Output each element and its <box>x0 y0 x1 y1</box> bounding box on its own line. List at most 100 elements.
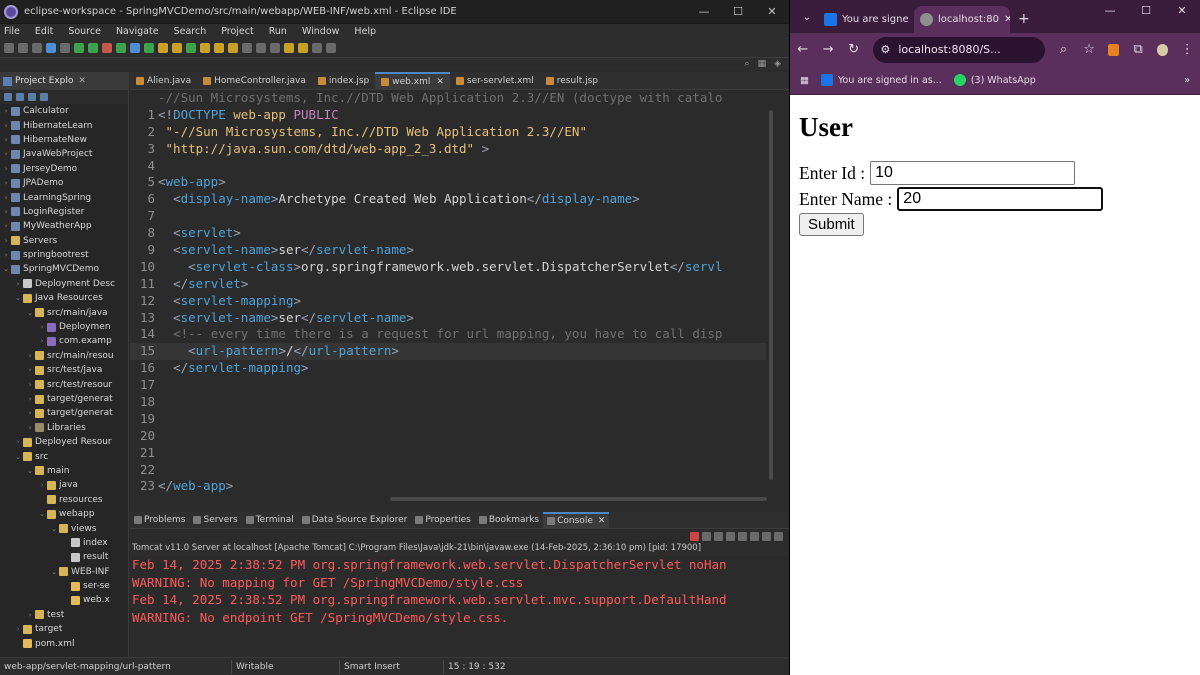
close-window-button[interactable]: ✕ <box>1164 4 1200 17</box>
expand-arrow-icon[interactable]: › <box>2 237 10 245</box>
tree-item[interactable]: › com.examp <box>0 334 128 348</box>
panel-tab[interactable]: Data Source Explorer <box>298 512 412 529</box>
editor-tab[interactable]: web.xml ✕ <box>375 71 450 90</box>
more-bookmarks-icon[interactable]: » <box>1184 75 1190 86</box>
code-line[interactable]: 14 <!-- every time there is a request fo… <box>130 326 766 343</box>
menu-window[interactable]: Window <box>302 26 339 37</box>
tree-item[interactable]: › src/test/java <box>0 363 128 377</box>
tree-item[interactable]: › Libraries <box>0 421 128 435</box>
code-line[interactable]: 3 "http://java.sun.com/dtd/web-app_2_3.d… <box>130 141 766 158</box>
maximize-button[interactable]: ☐ <box>721 5 755 18</box>
minimize-button[interactable]: — <box>687 5 721 18</box>
stop-icon[interactable] <box>102 42 112 53</box>
tree-item[interactable]: resources <box>0 493 128 507</box>
tab-localhost[interactable]: localhost:80 ✕ <box>914 6 1010 33</box>
new-package-icon[interactable] <box>172 42 182 53</box>
expand-arrow-icon[interactable]: › <box>2 251 10 259</box>
expand-arrow-icon[interactable]: › <box>14 625 22 633</box>
save-all-icon[interactable] <box>32 42 42 53</box>
code-line[interactable]: 17 <box>130 377 766 394</box>
close-icon[interactable]: ✕ <box>598 516 606 526</box>
editor-tab[interactable]: result.jsp <box>540 72 604 90</box>
code-line[interactable]: 6 <display-name>Archetype Created Web Ap… <box>130 191 766 208</box>
pin-console-icon[interactable] <box>750 531 759 541</box>
run-last-icon[interactable] <box>116 42 126 53</box>
tree-item[interactable]: › MyWeatherApp <box>0 219 128 233</box>
open-folder-icon[interactable] <box>200 42 210 53</box>
expand-arrow-icon[interactable]: › <box>14 280 22 288</box>
panel-tab[interactable]: Problems <box>130 512 189 529</box>
open-perspective-icon[interactable]: ▦ <box>758 59 767 69</box>
editor-tab[interactable]: HomeController.java <box>197 72 312 90</box>
expand-arrow-icon[interactable]: › <box>26 409 34 417</box>
back-icon[interactable] <box>284 42 294 53</box>
scroll-lock-icon[interactable] <box>726 531 735 541</box>
expand-arrow-icon[interactable]: ⌄ <box>26 467 34 475</box>
tree-item[interactable]: › src/test/resour <box>0 377 128 391</box>
search-icon[interactable]: ⌕ <box>745 59 750 69</box>
tree-item[interactable]: ser-se <box>0 579 128 593</box>
tree-item[interactable]: › LearningSpring <box>0 190 128 204</box>
apps-icon[interactable]: ▦ <box>800 75 809 86</box>
tree-item[interactable]: web.x <box>0 593 128 607</box>
tree-item[interactable]: › Deployed Resour <box>0 435 128 449</box>
editor-tab[interactable]: index.jsp <box>312 72 375 90</box>
tree-item[interactable]: › Calculator <box>0 104 128 118</box>
editor-tab[interactable]: ser-servlet.xml <box>450 72 540 90</box>
tree-item[interactable]: pom.xml <box>0 636 128 650</box>
external-tools-icon[interactable] <box>144 42 154 53</box>
back-icon[interactable]: ← <box>796 42 810 57</box>
forward-icon[interactable] <box>298 42 308 53</box>
pin-icon[interactable] <box>242 42 252 53</box>
expand-arrow-icon[interactable]: ⌄ <box>26 309 34 317</box>
expand-arrow-icon[interactable]: › <box>26 611 34 619</box>
editor-horizontal-scrollbar[interactable] <box>390 497 767 501</box>
bookmark-signed-in[interactable]: You are signed in as... <box>820 74 942 86</box>
tree-item[interactable]: result <box>0 550 128 564</box>
code-line[interactable]: 11 </servlet> <box>130 276 766 293</box>
last-edit-icon[interactable] <box>312 42 322 53</box>
extensions-icon[interactable]: ⧉ <box>1131 42 1145 57</box>
close-tab-icon[interactable]: ✕ <box>1004 14 1010 25</box>
remove-launch-icon[interactable] <box>702 531 711 541</box>
coverage-icon[interactable] <box>130 42 140 53</box>
tree-item[interactable]: ⌄ main <box>0 464 128 478</box>
tree-item[interactable]: index <box>0 536 128 550</box>
debug-icon[interactable] <box>74 42 84 53</box>
code-line[interactable]: 22 <box>130 462 766 479</box>
project-explorer-tab[interactable]: Project Explo ✕ <box>0 72 128 90</box>
tree-item[interactable]: › LoginRegister <box>0 205 128 219</box>
tree-item[interactable]: › HibernateNew <box>0 133 128 147</box>
site-info-icon[interactable]: ⚙ <box>881 43 891 56</box>
menu-project[interactable]: Project <box>221 26 254 37</box>
run-icon[interactable] <box>88 42 98 53</box>
menu-file[interactable]: File <box>4 26 20 37</box>
console-output[interactable]: Feb 14, 2025 2:38:52 PM org.springframew… <box>130 556 789 627</box>
menu-help[interactable]: Help <box>354 26 376 37</box>
new-tab-button[interactable]: + <box>1018 11 1030 27</box>
link-editor-icon[interactable] <box>16 93 24 101</box>
close-icon[interactable]: ✕ <box>436 77 444 87</box>
menu-edit[interactable]: Edit <box>35 26 53 37</box>
forward-icon[interactable]: → <box>822 42 836 57</box>
tree-item[interactable]: › java <box>0 478 128 492</box>
tree-item[interactable]: › JerseyDemo <box>0 162 128 176</box>
name-input[interactable] <box>897 187 1104 211</box>
code-line[interactable]: 21 <box>130 445 766 462</box>
expand-arrow-icon[interactable]: › <box>38 337 46 345</box>
search-icon[interactable] <box>228 42 238 53</box>
expand-arrow-icon[interactable]: ⌄ <box>14 294 22 302</box>
display-console-icon[interactable] <box>762 531 771 541</box>
reload-icon[interactable]: ↻ <box>847 42 861 57</box>
tree-item[interactable]: › Servers <box>0 234 128 248</box>
expand-arrow-icon[interactable]: › <box>38 481 46 489</box>
menu-navigate[interactable]: Navigate <box>116 26 159 37</box>
code-line[interactable]: 4 <box>130 158 766 175</box>
expand-arrow-icon[interactable]: › <box>14 438 22 446</box>
editor-tab[interactable]: Alien.java <box>130 72 197 90</box>
code-editor[interactable]: -//Sun Microsystems, Inc.//DTD Web Appli… <box>130 90 766 495</box>
code-line[interactable]: 8 <servlet> <box>130 225 766 242</box>
expand-arrow-icon[interactable]: › <box>26 366 34 374</box>
view-menu-icon[interactable] <box>40 93 48 101</box>
tree-item[interactable]: › target/generat <box>0 406 128 420</box>
